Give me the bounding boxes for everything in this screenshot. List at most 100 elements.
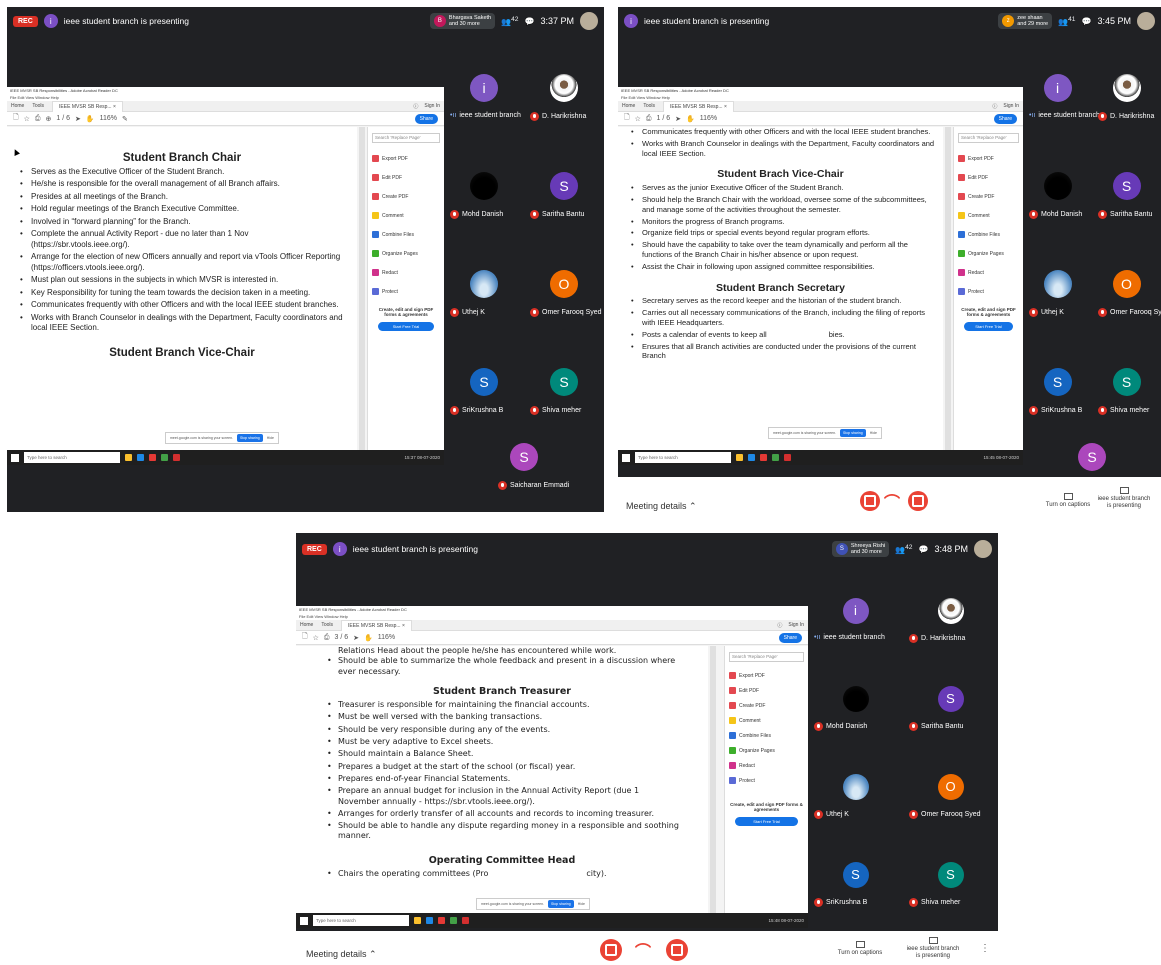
chrome-icon[interactable] [772,454,779,461]
participant-tile[interactable]: S Shiva meher [524,341,604,439]
tab-document[interactable]: IEEE MVSR SB Resp... × [341,619,412,631]
acrobat-icon[interactable] [173,454,180,461]
tool-redact[interactable]: Redact [368,263,444,282]
hide-button[interactable]: Hide [578,902,585,906]
participant-tile[interactable]: Uthej K [808,749,903,837]
meeting-details-link[interactable]: Meeting details ⌃ [626,501,697,512]
page-indicator[interactable]: 1 / 6 [657,115,671,122]
people-icon[interactable]: 👥42 [501,16,518,27]
scrollbar[interactable] [359,127,365,450]
participant-tile[interactable]: D. Harikrishna [903,573,998,661]
meeting-details-link[interactable]: Meeting details ⌃ [306,949,377,960]
sign-in-link[interactable]: Sign In [424,103,440,110]
taskbar-search[interactable]: Type here to search [24,452,120,463]
share-button[interactable]: Share [414,113,438,124]
participant-tile[interactable]: S Shiva meher [903,837,998,925]
stop-sharing-button[interactable]: Stop sharing [237,434,263,442]
participant-tile[interactable]: S Saritha Bantu [1092,145,1161,243]
tool-export-pdf[interactable]: Export PDF [954,149,1023,168]
hang-up-button[interactable]: ⌒ [632,939,654,961]
app-icon[interactable] [438,917,445,924]
participant-tile[interactable]: Uthej K [1023,243,1092,341]
zoom-icon[interactable]: ⊕ [46,115,52,123]
cursor-icon[interactable]: ➤ [675,115,681,123]
chat-icon[interactable]: 💬 [919,545,929,554]
participant-tile[interactable]: D. Harikrishna [524,47,604,145]
tab-document[interactable]: IEEE MVSR SB Resp... × [52,100,123,112]
participant-tile[interactable]: S Saicharan Emmadi [484,439,569,512]
tool-protect[interactable]: Protect [954,282,1023,301]
participant-tile[interactable]: Mohd Danish [1023,145,1092,243]
help-icon[interactable]: ⓘ [413,103,418,110]
tool-edit-pdf[interactable]: Edit PDF [725,683,808,698]
acrobat-icon[interactable] [784,454,791,461]
tool-comment[interactable]: Comment [954,206,1023,225]
participant-tile[interactable]: i •ıı ieee student branch [1023,47,1100,145]
star-icon[interactable]: ☆ [24,115,30,123]
participant-chip[interactable]: z zee shaan and 29 more [998,13,1053,29]
stop-sharing-button[interactable]: Stop sharing [548,900,574,908]
print-icon[interactable]: ⎙ [324,634,330,642]
tab-home[interactable]: Home [11,103,24,109]
zoom-level[interactable]: 116% [700,115,717,122]
tool-combine[interactable]: Combine Files [725,728,808,743]
tool-export-pdf[interactable]: Export PDF [368,149,444,168]
tool-comment[interactable]: Comment [725,713,808,728]
sign-in-link[interactable]: Sign In [1003,103,1019,110]
edge-icon[interactable] [748,454,755,461]
taskbar-search[interactable]: Type here to search [635,452,731,463]
participant-tile[interactable]: O Omer Farooq Syed [1092,243,1161,341]
taskbar-search[interactable]: Type here to search [313,915,409,926]
participant-tile[interactable]: Uthej K [444,243,524,341]
more-options-icon[interactable]: ⋮ [980,943,990,954]
chat-icon[interactable]: 💬 [525,17,535,26]
participant-tile[interactable]: S Saritha Bantu [524,145,604,243]
self-avatar[interactable] [1137,12,1155,30]
share-button[interactable]: Share [993,113,1017,124]
presenting-button[interactable]: ieee student branch is presenting [900,937,966,960]
hand-icon[interactable]: ✋ [86,115,95,123]
star-icon[interactable]: ☆ [635,115,641,123]
tool-export-pdf[interactable]: Export PDF [725,668,808,683]
participant-tile[interactable]: i •ıı ieee student branch [808,573,903,661]
app-icon[interactable] [760,454,767,461]
hang-up-button[interactable]: ⌒ [882,491,902,512]
chrome-icon[interactable] [161,454,168,461]
tool-combine[interactable]: Combine Files [368,225,444,244]
folder-icon[interactable] [736,454,743,461]
mic-off-button[interactable] [860,491,880,511]
chrome-icon[interactable] [450,917,457,924]
new-file-icon[interactable]: 🗋 [302,632,308,643]
tool-redact[interactable]: Redact [954,263,1023,282]
tab-tools[interactable]: Tools [321,622,333,628]
captions-button[interactable]: Turn on captions [830,941,890,957]
zoom-level[interactable]: 116% [100,115,117,122]
hand-icon[interactable]: ✋ [686,115,695,123]
print-icon[interactable]: ⎙ [646,115,652,123]
participant-tile[interactable]: S Saritha Bantu [903,661,998,749]
help-icon[interactable]: ⓘ [992,103,997,110]
participant-tile[interactable]: S SriKrushna B [1023,341,1092,439]
stop-sharing-button[interactable]: Stop sharing [840,429,866,437]
participant-chip[interactable]: B Bhargava Saketh and 30 more [429,13,496,29]
tab-document[interactable]: IEEE MVSR SB Resp... × [663,100,734,112]
mic-off-button[interactable] [600,939,622,961]
tool-create-pdf[interactable]: Create PDF [368,187,444,206]
tab-tools[interactable]: Tools [32,103,44,109]
participant-tile[interactable]: Mohd Danish [808,661,903,749]
tool-create-pdf[interactable]: Create PDF [725,698,808,713]
tool-edit-pdf[interactable]: Edit PDF [954,168,1023,187]
page-indicator[interactable]: 1 / 6 [56,115,70,122]
edge-icon[interactable] [137,454,144,461]
start-icon[interactable] [11,453,19,462]
tool-organize[interactable]: Organize Pages [368,244,444,263]
participant-chip[interactable]: S Shreeya Rishi and 30 more [831,541,890,557]
acrobat-icon[interactable] [462,917,469,924]
self-avatar[interactable] [580,12,598,30]
start-icon[interactable] [622,453,630,462]
hand-icon[interactable]: ✋ [364,634,373,642]
tool-organize[interactable]: Organize Pages [954,244,1023,263]
new-file-icon[interactable]: 🗋 [13,113,19,124]
camera-off-button[interactable] [908,491,928,511]
tool-protect[interactable]: Protect [368,282,444,301]
